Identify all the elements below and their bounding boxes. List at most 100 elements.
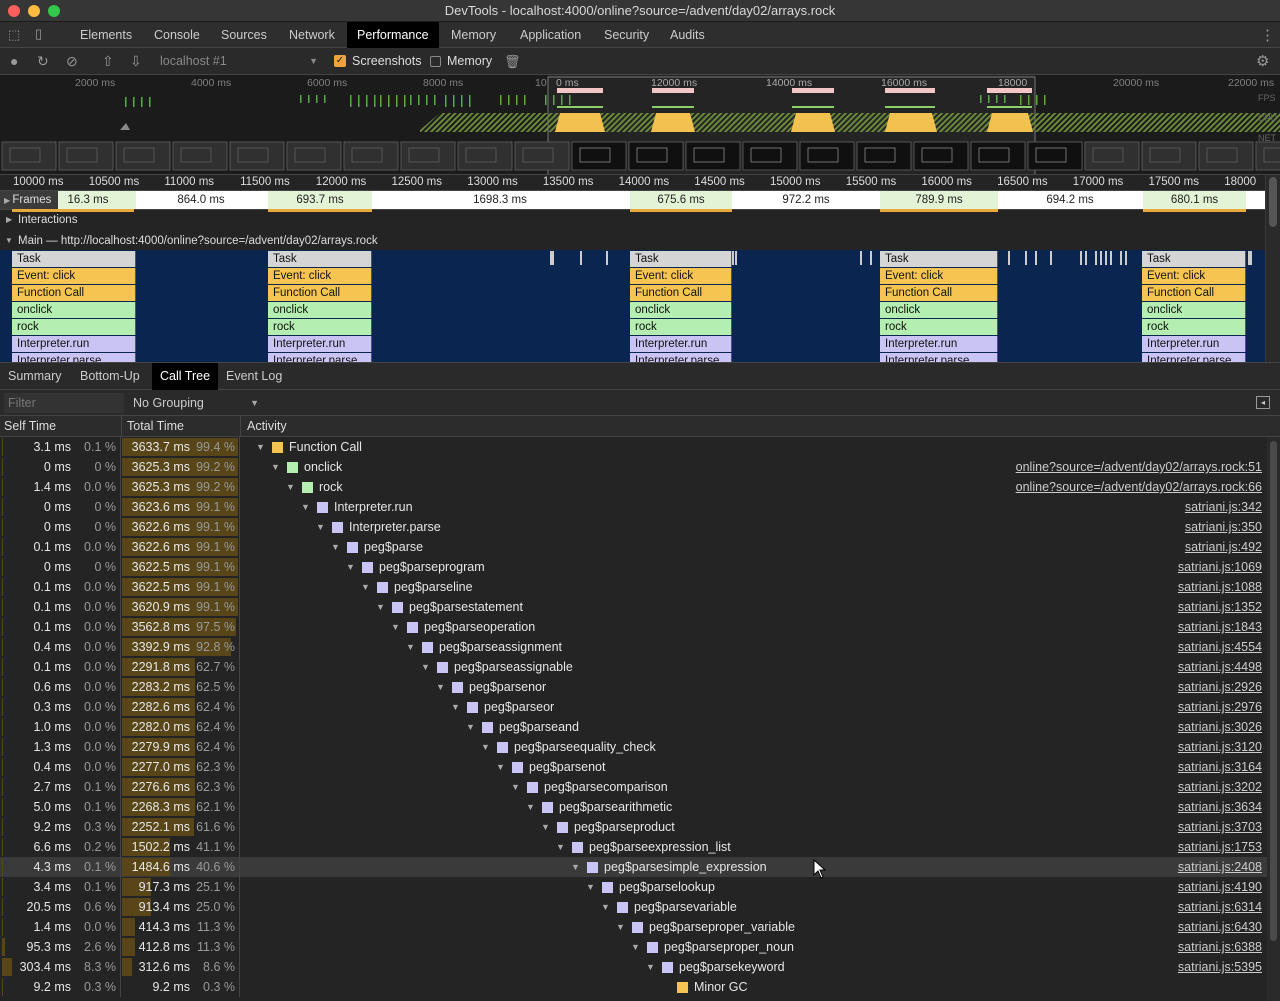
call-tree-row[interactable]: 0.1 ms 0.0 % 3620.9 ms 99.1 % ▼ peg$parsestat…	[0, 597, 1267, 617]
close-window-button[interactable]	[8, 5, 20, 17]
flame-small-task[interactable]	[1250, 251, 1252, 265]
flame-block-event-click[interactable]: Event: click	[268, 268, 372, 284]
tab-bottom-up[interactable]: Bottom-Up	[72, 363, 148, 390]
interaction-marker[interactable]	[880, 209, 998, 212]
maximize-window-button[interactable]	[48, 5, 60, 17]
tab-console[interactable]: Console	[144, 22, 210, 48]
flame-small-task[interactable]	[1105, 251, 1107, 265]
expand-toggle-icon[interactable]: ▼	[556, 837, 565, 857]
flame-block-rock[interactable]: rock	[268, 319, 372, 335]
interaction-marker[interactable]	[12, 209, 134, 212]
device-toolbar-icon[interactable]: ▯	[35, 26, 42, 42]
flame-block-task[interactable]: Task	[12, 251, 136, 267]
flame-block-task[interactable]: Task	[1142, 251, 1246, 267]
flame-block-onclick[interactable]: onclick	[12, 302, 136, 318]
frame-block[interactable]: 675.6 ms	[630, 191, 732, 209]
main-thread-header[interactable]: ▼ Main — http://localhost:4000/online?so…	[0, 232, 1265, 250]
call-tree-row[interactable]: 303.4 ms 8.3 % 312.6 ms 8.6 % ▼ peg$parsekeyw…	[0, 957, 1267, 977]
source-link[interactable]: satriani.js:1088	[1178, 577, 1262, 597]
flame-small-task[interactable]	[1035, 251, 1037, 265]
flame-small-task[interactable]	[1120, 251, 1122, 265]
flame-small-task[interactable]	[1125, 251, 1127, 265]
screenshot-thumbnail[interactable]	[1255, 141, 1280, 171]
call-tree-row[interactable]: 0 ms 0 % 3622.6 ms 99.1 % ▼ Interpreter.parse…	[0, 517, 1267, 537]
flame-small-task[interactable]	[870, 251, 872, 265]
flame-block-event-click[interactable]: Event: click	[880, 268, 998, 284]
call-tree-row[interactable]: 2.7 ms 0.1 % 2276.6 ms 62.3 % ▼ peg$parsecomp…	[0, 777, 1267, 797]
expand-toggle-icon[interactable]: ▼	[496, 757, 505, 777]
call-tree-row[interactable]: 1.4 ms 0.0 % 3625.3 ms 99.2 % ▼ rock online?so…	[0, 477, 1267, 497]
flame-block-interpreter-run[interactable]: Interpreter.run	[12, 336, 136, 352]
screenshots-checkbox[interactable]: ✓	[334, 55, 346, 67]
tab-memory[interactable]: Memory	[441, 22, 506, 48]
call-tree-row[interactable]: 0.1 ms 0.0 % 2291.8 ms 62.7 % ▼ peg$parseassi…	[0, 657, 1267, 677]
flame-small-task[interactable]	[580, 251, 582, 265]
tab-summary[interactable]: Summary	[0, 363, 69, 390]
flame-small-task[interactable]	[1050, 251, 1052, 265]
call-tree-row[interactable]: 0.1 ms 0.0 % 3622.5 ms 99.1 % ▼ peg$parseline…	[0, 577, 1267, 597]
source-link[interactable]: satriani.js:1753	[1178, 837, 1262, 857]
source-link[interactable]: online?source=/advent/day02/arrays.rock:…	[1016, 477, 1262, 497]
self-time-header[interactable]: Self Time	[4, 416, 56, 437]
call-tree-row[interactable]: 0.4 ms 0.0 % 2277.0 ms 62.3 % ▼ peg$parsenot s…	[0, 757, 1267, 777]
source-link[interactable]: satriani.js:3634	[1178, 797, 1262, 817]
scrollbar-thumb[interactable]	[1269, 177, 1277, 227]
call-tree-row[interactable]: 0 ms 0 % 3622.5 ms 99.1 % ▼ peg$parseprogram s…	[0, 557, 1267, 577]
flame-small-task[interactable]	[1085, 251, 1087, 265]
expand-toggle-icon[interactable]: ▼	[406, 637, 415, 657]
load-profile-icon[interactable]: ⇧	[102, 48, 114, 75]
flame-chart[interactable]: Task Event: click Function Call onclick rock…	[0, 250, 1265, 362]
flame-block-task[interactable]: Task	[630, 251, 732, 267]
collect-garbage-icon[interactable]: 🗑	[504, 48, 521, 75]
activity-header[interactable]: Activity	[247, 416, 287, 437]
flame-block-onclick[interactable]: onclick	[630, 302, 732, 318]
flame-block-interpreter-run[interactable]: Interpreter.run	[630, 336, 732, 352]
tab-security[interactable]: Security	[594, 22, 659, 48]
flame-small-task[interactable]	[606, 251, 608, 265]
source-link[interactable]: satriani.js:4554	[1178, 637, 1262, 657]
expand-toggle-icon[interactable]: ▼	[421, 657, 430, 677]
expand-toggle-icon[interactable]: ▼	[466, 717, 475, 737]
source-link[interactable]: satriani.js:3026	[1178, 717, 1262, 737]
source-link[interactable]: satriani.js:3202	[1178, 777, 1262, 797]
flame-block-function-call[interactable]: Function Call	[1142, 285, 1246, 301]
flame-small-task[interactable]	[1095, 251, 1097, 265]
source-link[interactable]: satriani.js:2926	[1178, 677, 1262, 697]
timeline-overview[interactable]: 2000 ms 4000 ms 6000 ms 8000 ms 10 0 ms 12000 …	[0, 75, 1280, 175]
source-link[interactable]: satriani.js:2408	[1178, 857, 1262, 877]
source-link[interactable]: satriani.js:492	[1185, 537, 1262, 557]
flame-small-task[interactable]	[732, 251, 734, 265]
settings-gear-icon[interactable]: ⚙	[1256, 48, 1269, 75]
flame-block-function-call[interactable]: Function Call	[880, 285, 998, 301]
call-tree-scrollbar[interactable]	[1267, 437, 1280, 1001]
source-link[interactable]: satriani.js:4190	[1178, 877, 1262, 897]
expand-toggle-icon[interactable]: ▼	[361, 577, 370, 597]
source-link[interactable]: satriani.js:6430	[1178, 917, 1262, 937]
flame-small-task[interactable]	[1008, 251, 1010, 265]
expand-toggle-icon[interactable]: ▼	[346, 557, 355, 577]
source-link[interactable]: satriani.js:1352	[1178, 597, 1262, 617]
flame-block-function-call[interactable]: Function Call	[268, 285, 372, 301]
flame-small-task[interactable]	[860, 251, 862, 265]
flame-block-interpreter-run[interactable]: Interpreter.run	[268, 336, 372, 352]
source-link[interactable]: satriani.js:3703	[1178, 817, 1262, 837]
filter-input[interactable]	[4, 393, 124, 413]
call-tree-row[interactable]: 1.0 ms 0.0 % 2282.0 ms 62.4 % ▼ peg$parseand s…	[0, 717, 1267, 737]
tab-event-log[interactable]: Event Log	[218, 363, 290, 390]
call-tree-row[interactable]: 0.1 ms 0.0 % 3562.8 ms 97.5 % ▼ peg$parseoper…	[0, 617, 1267, 637]
overview-graph[interactable]: 2000 ms 4000 ms 6000 ms 8000 ms 10 0 ms 12000 …	[0, 75, 1280, 175]
interaction-marker[interactable]	[630, 209, 732, 212]
call-tree-row[interactable]: 20.5 ms 0.6 % 913.4 ms 25.0 % ▼ peg$parsevari…	[0, 897, 1267, 917]
expand-toggle-icon[interactable]: ▼	[541, 817, 550, 837]
call-tree-row[interactable]: 5.0 ms 0.1 % 2268.3 ms 62.1 % ▼ peg$parsearit…	[0, 797, 1267, 817]
call-tree-row[interactable]: 0.3 ms 0.0 % 2282.6 ms 62.4 % ▼ peg$parseor sa…	[0, 697, 1267, 717]
flame-block-interpreter-run[interactable]: Interpreter.run	[880, 336, 998, 352]
profile-select[interactable]: localhost #1 ▼	[160, 48, 320, 75]
expand-toggle-icon[interactable]: ▼	[616, 917, 625, 937]
call-tree-row[interactable]: 0.6 ms 0.0 % 2283.2 ms 62.5 % ▼ peg$parsenor s…	[0, 677, 1267, 697]
tab-network[interactable]: Network	[279, 22, 345, 48]
clear-icon[interactable]: ⊘	[66, 48, 78, 75]
frames-track[interactable]: ▶ Frames 16.3 ms 864.0 ms 693.7 ms 1698.3 m…	[0, 191, 1265, 210]
more-menu-icon[interactable]: ⋮	[1260, 26, 1275, 44]
call-tree-row[interactable]: 1.3 ms 0.0 % 2279.9 ms 62.4 % ▼ peg$parseequa…	[0, 737, 1267, 757]
